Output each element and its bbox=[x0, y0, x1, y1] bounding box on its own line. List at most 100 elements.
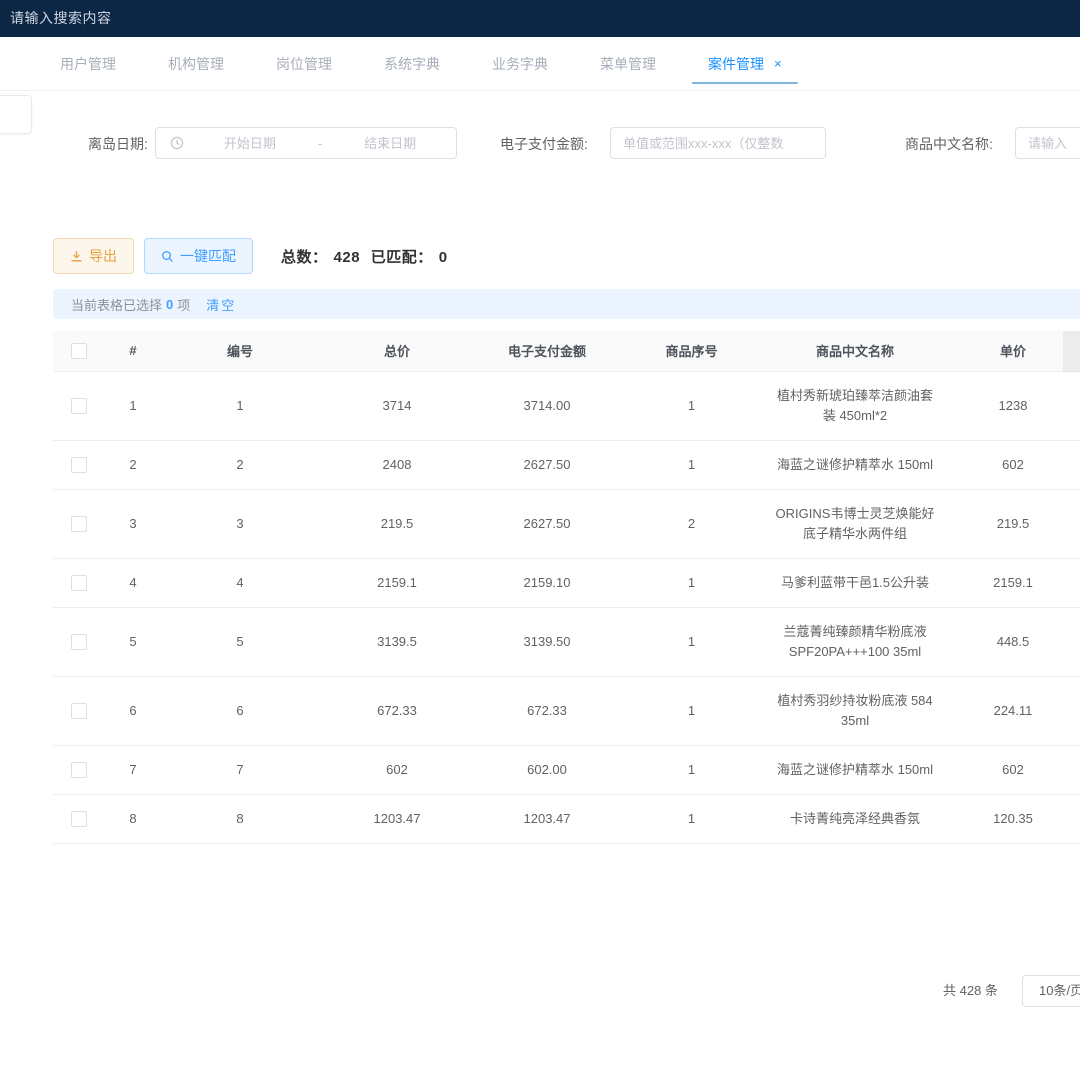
row-epay-amount: 2159.10 bbox=[475, 558, 619, 607]
row-checkbox[interactable] bbox=[71, 575, 87, 591]
table-row[interactable]: 3 3 219.5 2627.50 2 ORIGINS韦博士灵芝焕能好底子精华水… bbox=[53, 489, 1080, 558]
row-unit-price: 448.5 bbox=[946, 607, 1080, 676]
row-checkbox-cell bbox=[53, 794, 105, 843]
clear-selection-link[interactable]: 清空 bbox=[206, 295, 236, 314]
row-epay-amount: 3714.00 bbox=[475, 371, 619, 440]
row-unit-price: 1238 bbox=[946, 371, 1080, 440]
row-index: 7 bbox=[105, 745, 161, 794]
table-row[interactable]: 5 5 3139.5 3139.50 1 兰蔻菁纯臻颜精华粉底液SPF20PA+… bbox=[53, 607, 1080, 676]
row-epay-amount: 1203.47 bbox=[475, 794, 619, 843]
row-checkbox[interactable] bbox=[71, 762, 87, 778]
row-code: 1 bbox=[161, 371, 319, 440]
epay-amount-label: 电子支付金额: bbox=[500, 127, 588, 161]
row-unit-price: 602 bbox=[946, 745, 1080, 794]
table-row[interactable]: 2 2 2408 2627.50 1 海蓝之谜修护精萃水 150ml 602 bbox=[53, 440, 1080, 489]
row-checkbox-cell bbox=[53, 676, 105, 745]
table-row[interactable]: 7 7 602 602.00 1 海蓝之谜修护精萃水 150ml 602 bbox=[53, 745, 1080, 794]
total-value: 428 bbox=[334, 249, 361, 266]
row-product-serial: 1 bbox=[619, 745, 764, 794]
row-product-name: 卡诗菁纯亮泽经典香氛 bbox=[764, 794, 946, 843]
row-product-serial: 1 bbox=[619, 676, 764, 745]
epay-amount-field-box bbox=[610, 127, 826, 159]
tab-post-management[interactable]: 岗位管理 bbox=[276, 37, 332, 91]
start-date-input[interactable] bbox=[184, 135, 316, 152]
table-row[interactable]: 4 4 2159.1 2159.10 1 马爹利蓝带干邑1.5公升装 2159.… bbox=[53, 558, 1080, 607]
row-checkbox[interactable] bbox=[71, 811, 87, 827]
col-total-price: 总价 bbox=[319, 331, 475, 371]
row-index: 8 bbox=[105, 794, 161, 843]
row-product-serial: 1 bbox=[619, 371, 764, 440]
row-checkbox[interactable] bbox=[71, 703, 87, 719]
row-index: 4 bbox=[105, 558, 161, 607]
row-code: 2 bbox=[161, 440, 319, 489]
row-code: 4 bbox=[161, 558, 319, 607]
tab-user-management[interactable]: 用户管理 bbox=[60, 37, 116, 91]
row-product-name: 海蓝之谜修护精萃水 150ml bbox=[764, 745, 946, 794]
table-header-row: # 编号 总价 电子支付金额 商品序号 商品中文名称 单价 bbox=[53, 331, 1080, 371]
row-checkbox[interactable] bbox=[71, 398, 87, 414]
row-total-price: 3139.5 bbox=[319, 607, 475, 676]
row-total-price: 2408 bbox=[319, 440, 475, 489]
search-icon bbox=[161, 250, 174, 263]
row-total-price: 3714 bbox=[319, 371, 475, 440]
one-key-match-label: 一键匹配 bbox=[180, 246, 236, 266]
export-button-label: 导出 bbox=[89, 246, 117, 266]
table-row[interactable]: 8 8 1203.47 1203.47 1 卡诗菁纯亮泽经典香氛 120.35 bbox=[53, 794, 1080, 843]
tab-business-dict[interactable]: 业务字典 bbox=[492, 37, 548, 91]
row-product-name: 海蓝之谜修护精萃水 150ml bbox=[764, 440, 946, 489]
top-navbar: 请输入搜索内容 bbox=[0, 0, 1080, 37]
row-product-serial: 1 bbox=[619, 440, 764, 489]
tab-case-management[interactable]: 案件管理 × bbox=[708, 37, 782, 91]
row-checkbox-cell bbox=[53, 558, 105, 607]
select-all-cell bbox=[53, 331, 105, 371]
row-product-serial: 2 bbox=[619, 489, 764, 558]
row-checkbox-cell bbox=[53, 440, 105, 489]
global-search-input[interactable]: 请输入搜索内容 bbox=[10, 0, 112, 37]
selection-suffix: 项 bbox=[177, 295, 190, 314]
tab-system-dict[interactable]: 系统字典 bbox=[384, 37, 440, 91]
row-epay-amount: 602.00 bbox=[475, 745, 619, 794]
epay-amount-input[interactable] bbox=[611, 136, 825, 151]
tab-org-management[interactable]: 机构管理 bbox=[168, 37, 224, 91]
row-total-price: 219.5 bbox=[319, 489, 475, 558]
one-key-match-button[interactable]: 一键匹配 bbox=[144, 238, 253, 274]
col-unit-price: 单价 bbox=[946, 331, 1080, 371]
row-product-name: 兰蔻菁纯臻颜精华粉底液SPF20PA+++100 35ml bbox=[764, 607, 946, 676]
row-total-price: 1203.47 bbox=[319, 794, 475, 843]
close-icon[interactable]: × bbox=[774, 56, 782, 71]
matched-value: 0 bbox=[439, 249, 448, 266]
row-checkbox[interactable] bbox=[71, 457, 87, 473]
row-checkbox[interactable] bbox=[71, 516, 87, 532]
pagination-total: 共 428 条 bbox=[943, 975, 998, 1007]
row-code: 8 bbox=[161, 794, 319, 843]
row-epay-amount: 672.33 bbox=[475, 676, 619, 745]
date-range-separator: - bbox=[316, 136, 324, 151]
row-index: 2 bbox=[105, 440, 161, 489]
row-code: 6 bbox=[161, 676, 319, 745]
row-product-serial: 1 bbox=[619, 558, 764, 607]
end-date-input[interactable] bbox=[324, 135, 456, 152]
row-product-name: ORIGINS韦博士灵芝焕能好底子精华水两件组 bbox=[764, 489, 946, 558]
clock-icon bbox=[170, 136, 184, 150]
product-name-input[interactable] bbox=[1016, 136, 1080, 151]
row-checkbox[interactable] bbox=[71, 634, 87, 650]
export-button[interactable]: 导出 bbox=[53, 238, 134, 274]
table-scrollbar-gutter bbox=[1063, 331, 1080, 372]
depart-date-range-picker[interactable]: - bbox=[155, 127, 457, 159]
selection-bar: 当前表格已选择 0 项 清空 bbox=[53, 289, 1080, 319]
page-size-select[interactable]: 10条/页 bbox=[1022, 975, 1080, 1007]
row-product-serial: 1 bbox=[619, 794, 764, 843]
tab-case-management-label: 案件管理 bbox=[708, 54, 764, 74]
select-all-checkbox[interactable] bbox=[71, 343, 87, 359]
row-epay-amount: 2627.50 bbox=[475, 440, 619, 489]
filter-row: 离岛日期: - 电子支付金额: 商品中文名称: bbox=[0, 127, 1080, 163]
table-row[interactable]: 6 6 672.33 672.33 1 植村秀羽纱持妆粉底液 584 35ml … bbox=[53, 676, 1080, 745]
row-index: 3 bbox=[105, 489, 161, 558]
row-code: 7 bbox=[161, 745, 319, 794]
row-product-name: 马爹利蓝带干邑1.5公升装 bbox=[764, 558, 946, 607]
tab-menu-management[interactable]: 菜单管理 bbox=[600, 37, 656, 91]
table-row[interactable]: 1 1 3714 3714.00 1 植村秀新琥珀臻萃洁颜油套装 450ml*2… bbox=[53, 371, 1080, 440]
match-counts: 总数：428 已匹配：0 bbox=[281, 246, 454, 267]
row-unit-price: 219.5 bbox=[946, 489, 1080, 558]
row-unit-price: 120.35 bbox=[946, 794, 1080, 843]
